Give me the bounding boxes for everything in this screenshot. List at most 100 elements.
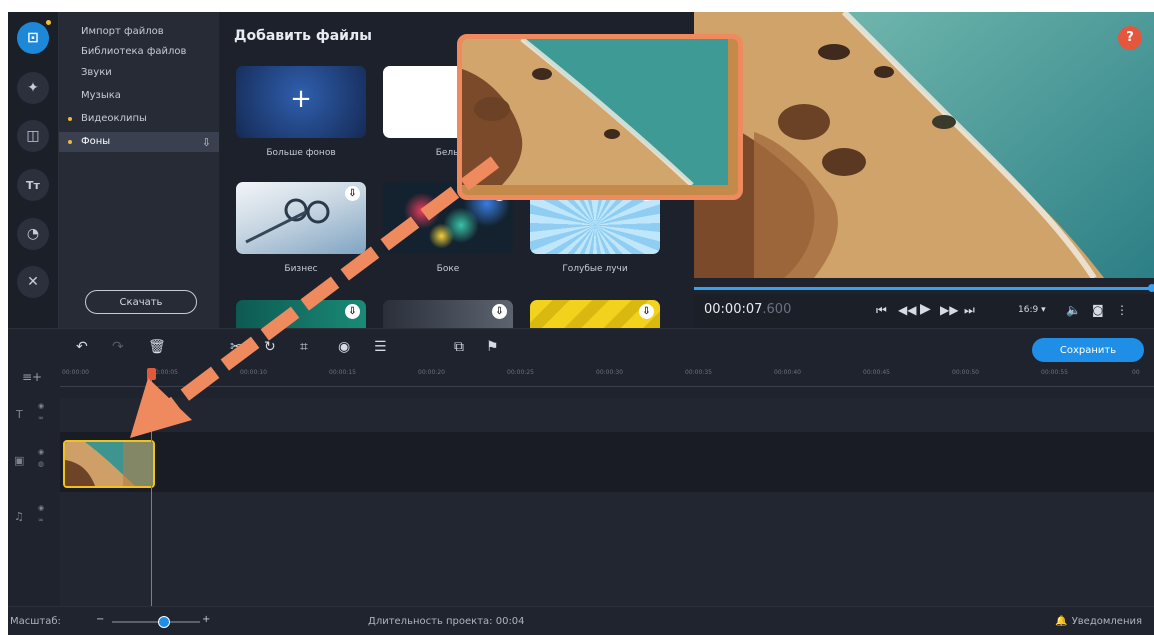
ruler-tick: 00:00:50: [952, 369, 979, 376]
playhead-handle[interactable]: [147, 368, 156, 380]
tile-label: Бизнес: [284, 264, 318, 274]
category-menu: Импорт файлов Библиотека файлов Звуки Му…: [59, 12, 219, 328]
tile-yellow-stripes[interactable]: ⇩: [530, 300, 660, 328]
mute-icon[interactable]: ◍: [38, 460, 44, 468]
redo-icon[interactable]: ↷: [112, 339, 124, 355]
category-label: Видеоклипы: [81, 113, 147, 124]
callout-image-beach: [462, 39, 728, 187]
zoom-slider-knob[interactable]: [158, 616, 170, 628]
notifications-button[interactable]: 🔔 Уведомления: [1055, 616, 1142, 627]
stickers-icon[interactable]: ◔: [17, 218, 49, 250]
plus-icon: +: [290, 84, 312, 114]
volume-icon[interactable]: 🔈: [1066, 303, 1081, 317]
adjust-icon[interactable]: ☰: [374, 339, 387, 355]
video-track[interactable]: [60, 432, 1154, 492]
player-controls: 00:00:07.600 ⏮ ◀◀ ▶ ▶▶ ⏭ 16:9 ▾ 🔈 ◙ ⋮: [694, 294, 1154, 328]
skip-end-icon[interactable]: ⏭: [964, 303, 975, 318]
download-button[interactable]: Скачать: [85, 290, 197, 314]
step-forward-icon[interactable]: ▶▶: [940, 303, 958, 317]
tile-more-backgrounds[interactable]: +: [236, 66, 366, 138]
more-icon[interactable]: ⋮: [1116, 303, 1128, 317]
tile-label: Больше фонов: [266, 148, 336, 158]
title-track[interactable]: [60, 398, 1154, 432]
help-icon[interactable]: ?: [1118, 26, 1142, 50]
music-icon: ♫: [14, 510, 24, 523]
download-icon[interactable]: ⇩: [345, 186, 360, 201]
preview-image-beach: [694, 12, 1154, 278]
ruler-tick: 00:00:15: [329, 369, 356, 376]
download-icon[interactable]: ⇩: [202, 136, 211, 149]
cut-icon[interactable]: ✂: [230, 339, 242, 355]
ruler-tick: 00: [1132, 369, 1140, 376]
visibility-icon[interactable]: ◉: [38, 448, 44, 456]
category-file-library[interactable]: Библиотека файлов: [81, 46, 186, 57]
crop-icon[interactable]: ⌗: [300, 339, 308, 355]
zoom-slider[interactable]: [112, 621, 200, 623]
titles-icon[interactable]: Tт: [17, 169, 49, 201]
preview-progress-bar[interactable]: [694, 284, 1154, 292]
tool-rail: ⊡ ✦ ◫ Tт ◔ ✕: [8, 12, 59, 328]
download-icon[interactable]: ⇩: [639, 304, 654, 319]
step-back-icon[interactable]: ◀◀: [898, 303, 916, 317]
link-icon[interactable]: ∞: [38, 414, 44, 422]
transitions-icon[interactable]: ◫: [17, 120, 49, 152]
marker-icon[interactable]: ⚑: [486, 339, 499, 355]
ruler-tick: 00:00:25: [507, 369, 534, 376]
tile-label: Голубые лучи: [562, 264, 628, 274]
bullet-icon: [68, 140, 72, 144]
undo-icon[interactable]: ↶: [76, 339, 88, 355]
effects-icon[interactable]: ✦: [17, 72, 49, 104]
category-import-files[interactable]: Импорт файлов: [81, 26, 164, 37]
category-video-clips[interactable]: Видеоклипы: [68, 113, 147, 124]
progress-knob[interactable]: [1148, 284, 1154, 292]
new-indicator: [46, 20, 51, 25]
aspect-ratio-select[interactable]: 16:9 ▾: [1018, 305, 1046, 315]
title-track-header: T ◉ ∞: [8, 398, 60, 432]
zoom-in-icon[interactable]: +: [202, 614, 210, 625]
save-button[interactable]: Сохранить: [1032, 338, 1144, 362]
transition-wizard-icon[interactable]: ⧉: [454, 339, 464, 355]
download-icon[interactable]: ⇩: [492, 304, 507, 319]
ruler-tick: 00:00:55: [1041, 369, 1068, 376]
visibility-icon[interactable]: ◉: [38, 402, 44, 410]
play-icon[interactable]: ▶: [920, 301, 931, 317]
timecode: 00:00:07.600: [704, 302, 791, 317]
audio-track[interactable]: [60, 492, 1154, 606]
video-clip[interactable]: [63, 440, 155, 488]
notifications-label: Уведомления: [1071, 616, 1142, 627]
zoom-out-icon[interactable]: −: [96, 614, 104, 625]
snapshot-icon[interactable]: ◙: [1092, 303, 1104, 317]
timeline-toolbar: ↶ ↷ 🗑 ✂ ↻ ⌗ ◉ ☰ ⧉ ⚑ Сохранить: [8, 328, 1154, 367]
tile-business[interactable]: ⇩: [236, 182, 366, 254]
tools-icon[interactable]: ✕: [17, 266, 49, 298]
timeline-ruler[interactable]: 00:00:00 00:00:05 00:00:10 00:00:15 00:0…: [60, 366, 1154, 387]
delete-icon[interactable]: 🗑: [148, 339, 166, 355]
download-icon[interactable]: ⇩: [345, 304, 360, 319]
zoom-label: Масштаб:: [10, 616, 61, 627]
video-preview[interactable]: ?: [694, 12, 1154, 278]
ruler-tick: 00:00:45: [863, 369, 890, 376]
link-icon[interactable]: ∞: [38, 516, 44, 524]
visibility-icon[interactable]: ◉: [38, 504, 44, 512]
tile-gray[interactable]: ⇩: [383, 300, 513, 328]
aspect-value: 16:9: [1018, 305, 1039, 315]
zoom-callout: [457, 34, 743, 200]
import-icon[interactable]: ⊡: [17, 22, 49, 54]
speed-icon[interactable]: ◉: [338, 339, 350, 355]
ruler-tick: 00:00:40: [774, 369, 801, 376]
category-backgrounds[interactable]: Фоны: [68, 136, 111, 147]
add-track-icon[interactable]: ≡+: [22, 370, 42, 384]
time-ms: .600: [762, 302, 792, 317]
progress-fill: [694, 287, 1154, 290]
bell-icon: 🔔: [1055, 616, 1068, 627]
ruler-tick: 00:00:30: [596, 369, 623, 376]
project-duration: Длительность проекта: 00:04: [368, 616, 525, 627]
category-music[interactable]: Музыка: [81, 90, 121, 101]
status-bar: Масштаб: − + Длительность проекта: 00:04…: [8, 606, 1154, 635]
category-label: Фоны: [81, 136, 111, 147]
skip-start-icon[interactable]: ⏮: [876, 303, 887, 318]
rotate-icon[interactable]: ↻: [264, 339, 276, 355]
tile-green[interactable]: ⇩: [236, 300, 366, 328]
ruler-tick: 00:00:00: [62, 369, 89, 376]
category-sounds[interactable]: Звуки: [81, 67, 112, 78]
